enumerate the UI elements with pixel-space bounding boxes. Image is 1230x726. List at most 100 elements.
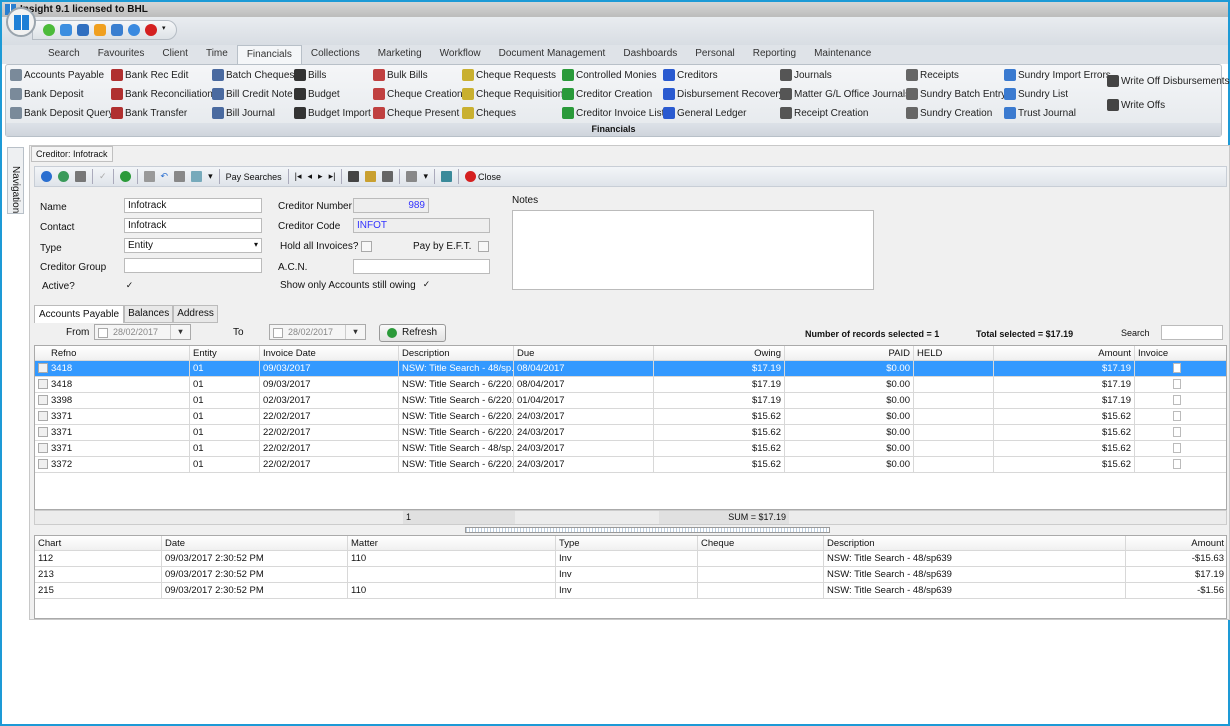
ribbon-item-disbursement-recovery[interactable]: Disbursement Recovery [663,88,784,100]
table-row[interactable]: 3372 01 22/02/2017 NSW: Title Search - 6/22… [35,457,1226,473]
ribbon-item-controlled-monies[interactable]: Controlled Monies [562,69,657,81]
column-header[interactable]: Chart [35,536,162,552]
column-header[interactable]: PAID [785,346,914,362]
tab-search[interactable]: Search [39,45,89,64]
ribbon-item-creditor-creation[interactable]: Creditor Creation [562,88,652,100]
close-icon[interactable] [464,171,476,182]
column-header[interactable]: Invoice [1135,346,1226,362]
close-button[interactable]: Close [478,172,501,182]
name-field[interactable]: Infotrack [124,198,262,213]
subtab-address[interactable]: Address [173,305,218,323]
ribbon-item-bank-reconciliation[interactable]: Bank Reconciliation [111,88,213,100]
tab-personal[interactable]: Personal [686,45,743,64]
tab-reporting[interactable]: Reporting [744,45,805,64]
calendar-icon[interactable] [77,24,89,36]
refresh-button[interactable]: Refresh [379,324,447,342]
first-record-icon[interactable]: |◂ [295,171,302,182]
splitter-handle[interactable] [465,527,830,533]
tab-collections[interactable]: Collections [302,45,369,64]
table-row[interactable]: 112 09/03/2017 2:30:52 PM 110 Inv NSW: Title… [35,551,1226,567]
copy-icon[interactable] [143,171,155,182]
row-checkbox[interactable] [38,395,48,405]
open-folder-icon[interactable] [365,171,377,182]
ribbon-item-write-offs[interactable]: Write Offs [1107,99,1165,111]
tab-client[interactable]: Client [153,45,197,64]
ribbon-item-accounts-payable[interactable]: Accounts Payable [10,69,104,81]
ribbon-item-budget[interactable]: Budget [294,88,340,100]
ribbon-item-bulk-bills[interactable]: Bulk Bills [373,69,428,81]
tab-favourites[interactable]: Favourites [89,45,154,64]
column-header[interactable]: Date [162,536,348,552]
reload-icon[interactable] [119,171,131,182]
hold-invoices-checkbox[interactable] [361,241,372,252]
globe-icon[interactable] [41,171,52,182]
ribbon-item-receipts[interactable]: Receipts [906,69,959,81]
customize-dropdown-icon[interactable]: ▾ [162,24,168,36]
ribbon-item-bills[interactable]: Bills [294,69,326,81]
ribbon-item-bank-rec-edit[interactable]: Bank Rec Edit [111,69,188,81]
ribbon-item-batch-cheques[interactable]: Batch Cheques [212,69,294,81]
ribbon-item-write-off-disbursements[interactable]: Write Off Disbursements [1107,75,1230,87]
ribbon-item-sundry-batch-entry[interactable]: Sundry Batch Entry [906,88,1006,100]
ribbon-item-sundry-import-errors[interactable]: Sundry Import Errors [1004,69,1111,81]
column-header[interactable]: Refno [48,346,190,362]
tab-maintenance[interactable]: Maintenance [805,45,880,64]
ribbon-item-receipt-creation[interactable]: Receipt Creation [780,107,868,119]
invoice-document-icon[interactable] [1173,427,1181,437]
invoice-document-icon[interactable] [1173,443,1181,453]
document-tab[interactable]: Creditor: Infotrack [31,146,113,162]
exit-icon[interactable] [145,24,157,36]
undo-icon[interactable]: ↶ [161,171,169,182]
ribbon-item-journals[interactable]: Journals [780,69,832,81]
row-checkbox[interactable] [38,411,48,421]
ribbon-item-bill-journal[interactable]: Bill Journal [212,107,275,119]
column-header[interactable]: Description [824,536,1126,552]
table-row[interactable]: 3371 01 22/02/2017 NSW: Title Search - 6/22… [35,425,1226,441]
ribbon-item-cheque-present[interactable]: Cheque Present [373,107,459,119]
table-row[interactable]: 3398 01 02/03/2017 NSW: Title Search - 6/22… [35,393,1226,409]
ribbon-item-bank-deposit[interactable]: Bank Deposit [10,88,83,100]
column-header[interactable]: Amount [994,346,1135,362]
ribbon-item-sundry-creation[interactable]: Sundry Creation [906,107,992,119]
column-header[interactable]: HELD [914,346,994,362]
invoice-document-icon[interactable] [1173,459,1181,469]
ribbon-item-matter-g-l-office-journals[interactable]: Matter G/L Office Journals [780,88,910,100]
row-checkbox[interactable] [38,379,48,389]
type-select[interactable]: Entity ▾ [124,238,262,253]
user-icon[interactable] [128,24,140,36]
delete-icon[interactable] [75,171,86,182]
ribbon-item-creditors[interactable]: Creditors [663,69,718,81]
invoice-document-icon[interactable] [1173,363,1181,373]
subtab-accounts-payable[interactable]: Accounts Payable [34,305,125,323]
column-header[interactable]: Entity [190,346,260,362]
binoculars-icon[interactable] [348,171,360,182]
pay-searches-button[interactable]: Pay Searches [226,172,282,182]
notes-field[interactable] [512,210,874,290]
ribbon-item-cheque-requisition[interactable]: Cheque Requisition [462,88,563,100]
print-dropdown-icon[interactable]: ▾ [423,171,428,182]
column-header[interactable]: Type [556,536,698,552]
ribbon-item-cheque-requests[interactable]: Cheque Requests [462,69,556,81]
acn-field[interactable] [353,259,490,274]
folder-icon[interactable] [94,24,106,36]
navigation-pane-toggle[interactable]: Navigation [7,147,24,214]
ribbon-item-bank-transfer[interactable]: Bank Transfer [111,107,187,119]
table-row[interactable]: 213 09/03/2017 2:30:52 PM Inv NSW: Title Se… [35,567,1226,583]
column-header[interactable]: Invoice Date [260,346,399,362]
invoice-document-icon[interactable] [1173,379,1181,389]
column-header[interactable]: Due [514,346,654,362]
search-input[interactable] [1161,325,1223,340]
last-record-icon[interactable]: ▸| [329,171,336,182]
save-check-icon[interactable]: ✓ [99,171,107,182]
row-checkbox[interactable] [38,443,48,453]
tab-time[interactable]: Time [197,45,237,64]
column-header[interactable]: Matter [348,536,556,552]
ribbon-item-cheques[interactable]: Cheques [462,107,516,119]
ribbon-item-trust-journal[interactable]: Trust Journal [1004,107,1076,119]
export-icon[interactable] [191,171,203,182]
ribbon-item-budget-import[interactable]: Budget Import [294,107,371,119]
tab-document-management[interactable]: Document Management [490,45,615,64]
pay-eft-checkbox[interactable] [478,241,489,252]
tab-dashboards[interactable]: Dashboards [614,45,686,64]
from-date-picker[interactable]: 28/02/2017 ▾ [94,324,191,340]
